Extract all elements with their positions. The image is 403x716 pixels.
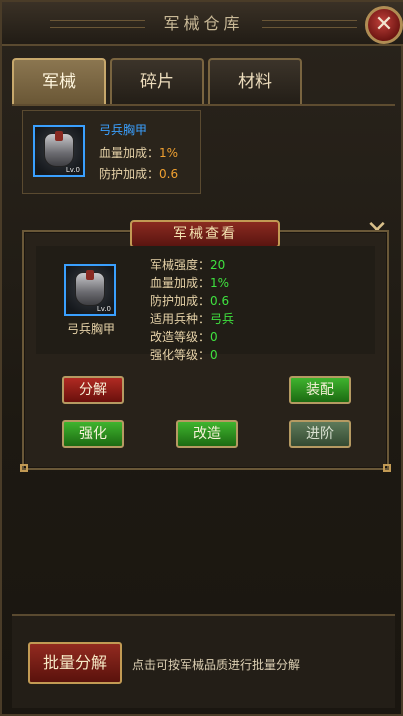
bottom-bar: 批量分解 点击可按军械品质进行批量分解 xyxy=(12,614,395,708)
detail-info: Lv.0 弓兵胸甲 军械强度：20 血量加成：1% 防护加成：0.6 适用兵种：… xyxy=(36,246,375,362)
window-title: 军械仓库 xyxy=(163,14,244,33)
title-bar: 军械仓库 ✕ xyxy=(2,2,403,46)
chestplate-icon xyxy=(75,270,105,306)
corner-ornament xyxy=(20,464,28,472)
title-ornament-right xyxy=(262,20,357,28)
item-stat-defense: 防护加成：0.6 xyxy=(99,167,179,181)
armor-icon[interactable]: Lv.0 xyxy=(33,125,85,177)
tab-materials[interactable]: 材料 xyxy=(208,58,302,104)
modify-button[interactable]: 改造 xyxy=(176,420,238,448)
item-name: 弓兵胸甲 xyxy=(99,123,148,137)
title-ornament-left xyxy=(50,20,145,28)
decompose-button[interactable]: 分解 xyxy=(62,376,124,404)
detail-item-level: Lv.0 xyxy=(96,305,111,313)
detail-header: 军械查看 xyxy=(130,220,280,248)
batch-decompose-button[interactable]: 批量分解 xyxy=(28,642,122,684)
close-icon[interactable]: ✕ xyxy=(365,6,403,44)
equip-button[interactable]: 装配 xyxy=(289,376,351,404)
tab-fragments[interactable]: 碎片 xyxy=(110,58,204,104)
attr-strength: 军械强度：20 xyxy=(150,258,226,272)
detail-item-name: 弓兵胸甲 xyxy=(66,322,115,336)
chestplate-icon xyxy=(44,131,74,167)
warehouse-window: 军械仓库 ✕ 军械 碎片 材料 Lv.0 弓兵胸甲 血量加成：1% 防护加成：0… xyxy=(0,0,403,716)
corner-ornament xyxy=(383,464,391,472)
attr-hp: 血量加成：1% xyxy=(150,276,230,290)
advance-button[interactable]: 进阶 xyxy=(289,420,351,448)
detail-armor-icon: Lv.0 xyxy=(64,264,116,316)
attr-unit-type: 适用兵种：弓兵 xyxy=(150,312,235,326)
batch-hint: 点击可按军械品质进行批量分解 xyxy=(132,658,301,672)
item-stat-hp: 血量加成：1% xyxy=(99,146,179,160)
item-card[interactable]: Lv.0 弓兵胸甲 血量加成：1% 防护加成：0.6 xyxy=(22,110,201,194)
strengthen-button[interactable]: 强化 xyxy=(62,420,124,448)
attr-strengthen-level: 强化等级：0 xyxy=(150,348,218,362)
tab-armament[interactable]: 军械 xyxy=(12,58,106,104)
tab-divider xyxy=(12,104,395,106)
attr-modify-level: 改造等级：0 xyxy=(150,330,218,344)
detail-panel: 军械查看 Lv.0 弓兵胸甲 军械强度：20 血量加成：1% 防护加成：0.6 … xyxy=(20,220,391,472)
attr-defense: 防护加成：0.6 xyxy=(150,294,230,308)
item-level: Lv.0 xyxy=(65,166,80,174)
